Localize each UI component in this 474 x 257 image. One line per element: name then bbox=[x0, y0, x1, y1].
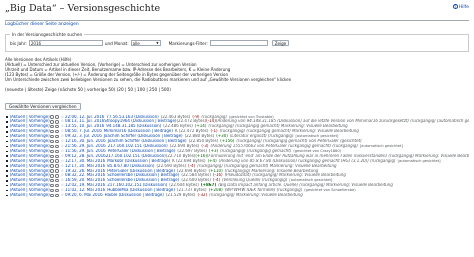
compare-new-radio[interactable] bbox=[55, 188, 59, 193]
revision-summary[interactable]: (rückgängig) Markierung: Visuelle Bearbe… bbox=[209, 193, 303, 198]
revision-tag: [automatisch gesichtet] bbox=[359, 143, 403, 148]
page-title: „Big Data“ – Versionsgeschichte bbox=[5, 3, 161, 14]
compare-new-radio[interactable] bbox=[55, 193, 59, 198]
logbook-link[interactable]: Logbücher dieser Seite anzeigen bbox=[5, 22, 79, 27]
compare-old-radio[interactable] bbox=[50, 115, 54, 119]
compare-new-radio[interactable] bbox=[55, 139, 59, 144]
compare-new-radio[interactable] bbox=[55, 159, 59, 163]
list-bullet bbox=[6, 179, 8, 182]
search-row: bis Jahr: 2016 und Monat: alle ▼ Markier… bbox=[10, 39, 464, 47]
list-bullet bbox=[6, 194, 8, 197]
compare-new-radio[interactable] bbox=[55, 154, 59, 158]
compare-new-radio[interactable] bbox=[55, 144, 59, 149]
legend-line: Um Unterschiede zwischen zwei beliebigen… bbox=[5, 76, 292, 82]
compare-old-radio[interactable] bbox=[50, 149, 54, 154]
compare-old-radio[interactable] bbox=[50, 159, 54, 163]
page: „Big Data“ – Versionsgeschichte ? Hilfe L… bbox=[0, 0, 474, 257]
help-label: Hilfe bbox=[458, 5, 469, 10]
list-bullet bbox=[6, 184, 8, 187]
compare-new-radio[interactable] bbox=[55, 174, 59, 178]
tag-filter-label: Markierungs-Filter: bbox=[168, 40, 208, 46]
revision-diff: (-32) bbox=[197, 193, 208, 198]
year-label: bis Jahr: bbox=[10, 40, 27, 46]
compare-old-radio[interactable] bbox=[50, 154, 54, 158]
revision-list: (Aktuell | Vorherige) ☆ 22:00, 12. Jul. 20… bbox=[5, 115, 469, 198]
revision-size: (21.529 Bytes) bbox=[165, 193, 196, 198]
diff-links[interactable]: (Aktuell | Vorherige) bbox=[10, 193, 50, 198]
list-bullet bbox=[6, 140, 8, 143]
pagination-nav[interactable]: (neueste | älteste) Zeige (nächste 50 | … bbox=[5, 87, 469, 93]
compare-old-radio[interactable] bbox=[50, 130, 54, 134]
search-fieldset: In der Versionsgeschichte suchen bis Jah… bbox=[5, 32, 469, 52]
compare-old-radio[interactable] bbox=[50, 179, 54, 183]
list-bullet bbox=[6, 126, 8, 128]
compare-old-radio[interactable] bbox=[50, 120, 54, 124]
revision-tag: (gesichtet von Schoellersbe) bbox=[304, 188, 356, 193]
list-bullet bbox=[6, 121, 8, 123]
compare-new-radio[interactable] bbox=[55, 169, 59, 173]
search-legend: In der Versionsgeschichte suchen bbox=[12, 32, 83, 37]
month-label: und Monat: bbox=[104, 40, 129, 46]
year-input[interactable]: 2016 bbox=[28, 40, 103, 46]
compare-old-radio[interactable] bbox=[50, 174, 54, 178]
revision-user-link[interactable]: Haible (Diskussion | Beiträge) bbox=[105, 193, 164, 198]
header: „Big Data“ – Versionsgeschichte ? Hilfe bbox=[5, 1, 469, 19]
list-bullet bbox=[6, 150, 8, 153]
compare-new-radio[interactable] bbox=[55, 125, 59, 129]
compare-new-radio[interactable] bbox=[55, 120, 59, 124]
help-icon: ? bbox=[452, 4, 458, 9]
list-bullet bbox=[6, 165, 8, 167]
compare-old-radio[interactable] bbox=[50, 139, 54, 144]
list-bullet bbox=[6, 155, 8, 158]
compare-versions-button[interactable]: Gewählte Versionen vergleichen bbox=[5, 102, 81, 110]
revision-row: (Aktuell | Vorherige) ☆ 09:20, 6. Mai 2016… bbox=[5, 193, 469, 198]
revision-tag: [automatisch gesichtet] bbox=[397, 158, 441, 163]
compare-old-radio[interactable] bbox=[50, 183, 54, 188]
list-bullet bbox=[6, 145, 8, 148]
compare-old-radio[interactable] bbox=[50, 144, 54, 149]
compare-new-radio[interactable] bbox=[55, 183, 59, 188]
list-bullet bbox=[6, 189, 8, 192]
list-bullet bbox=[6, 116, 8, 118]
list-bullet bbox=[6, 135, 8, 138]
watch-star-icon: ☆ bbox=[60, 193, 65, 198]
compare-new-radio[interactable] bbox=[55, 179, 59, 183]
month-value: alle bbox=[132, 41, 140, 46]
compare-old-radio[interactable] bbox=[50, 169, 54, 173]
compare-old-radio[interactable] bbox=[50, 125, 54, 129]
compare-new-radio[interactable] bbox=[55, 130, 59, 134]
tag-filter-input[interactable] bbox=[209, 40, 268, 46]
list-bullet bbox=[6, 170, 8, 172]
compare-old-radio[interactable] bbox=[50, 188, 54, 193]
list-bullet bbox=[6, 175, 8, 177]
compare-old-radio[interactable] bbox=[50, 193, 54, 198]
list-bullet bbox=[6, 160, 8, 162]
list-bullet bbox=[6, 130, 8, 133]
compare-new-radio[interactable] bbox=[55, 149, 59, 154]
legend-text: Alle Versionen des Artikels (Hilfe) (Akt… bbox=[5, 57, 469, 83]
compare-new-radio[interactable] bbox=[55, 115, 59, 119]
help-link[interactable]: ? Hilfe bbox=[452, 4, 469, 10]
compare-new-radio[interactable] bbox=[55, 164, 59, 168]
search-submit-button[interactable]: Zeige bbox=[271, 40, 290, 46]
month-select[interactable]: alle ▼ bbox=[130, 40, 161, 46]
title-rule bbox=[5, 20, 469, 21]
revision-date-link[interactable]: 09:20, 6. Mai 2016 bbox=[65, 193, 103, 198]
compare-new-radio[interactable] bbox=[55, 134, 59, 139]
compare-old-radio[interactable] bbox=[50, 134, 54, 139]
compare-old-radio[interactable] bbox=[50, 164, 54, 168]
chevron-down-icon: ▼ bbox=[156, 41, 159, 45]
